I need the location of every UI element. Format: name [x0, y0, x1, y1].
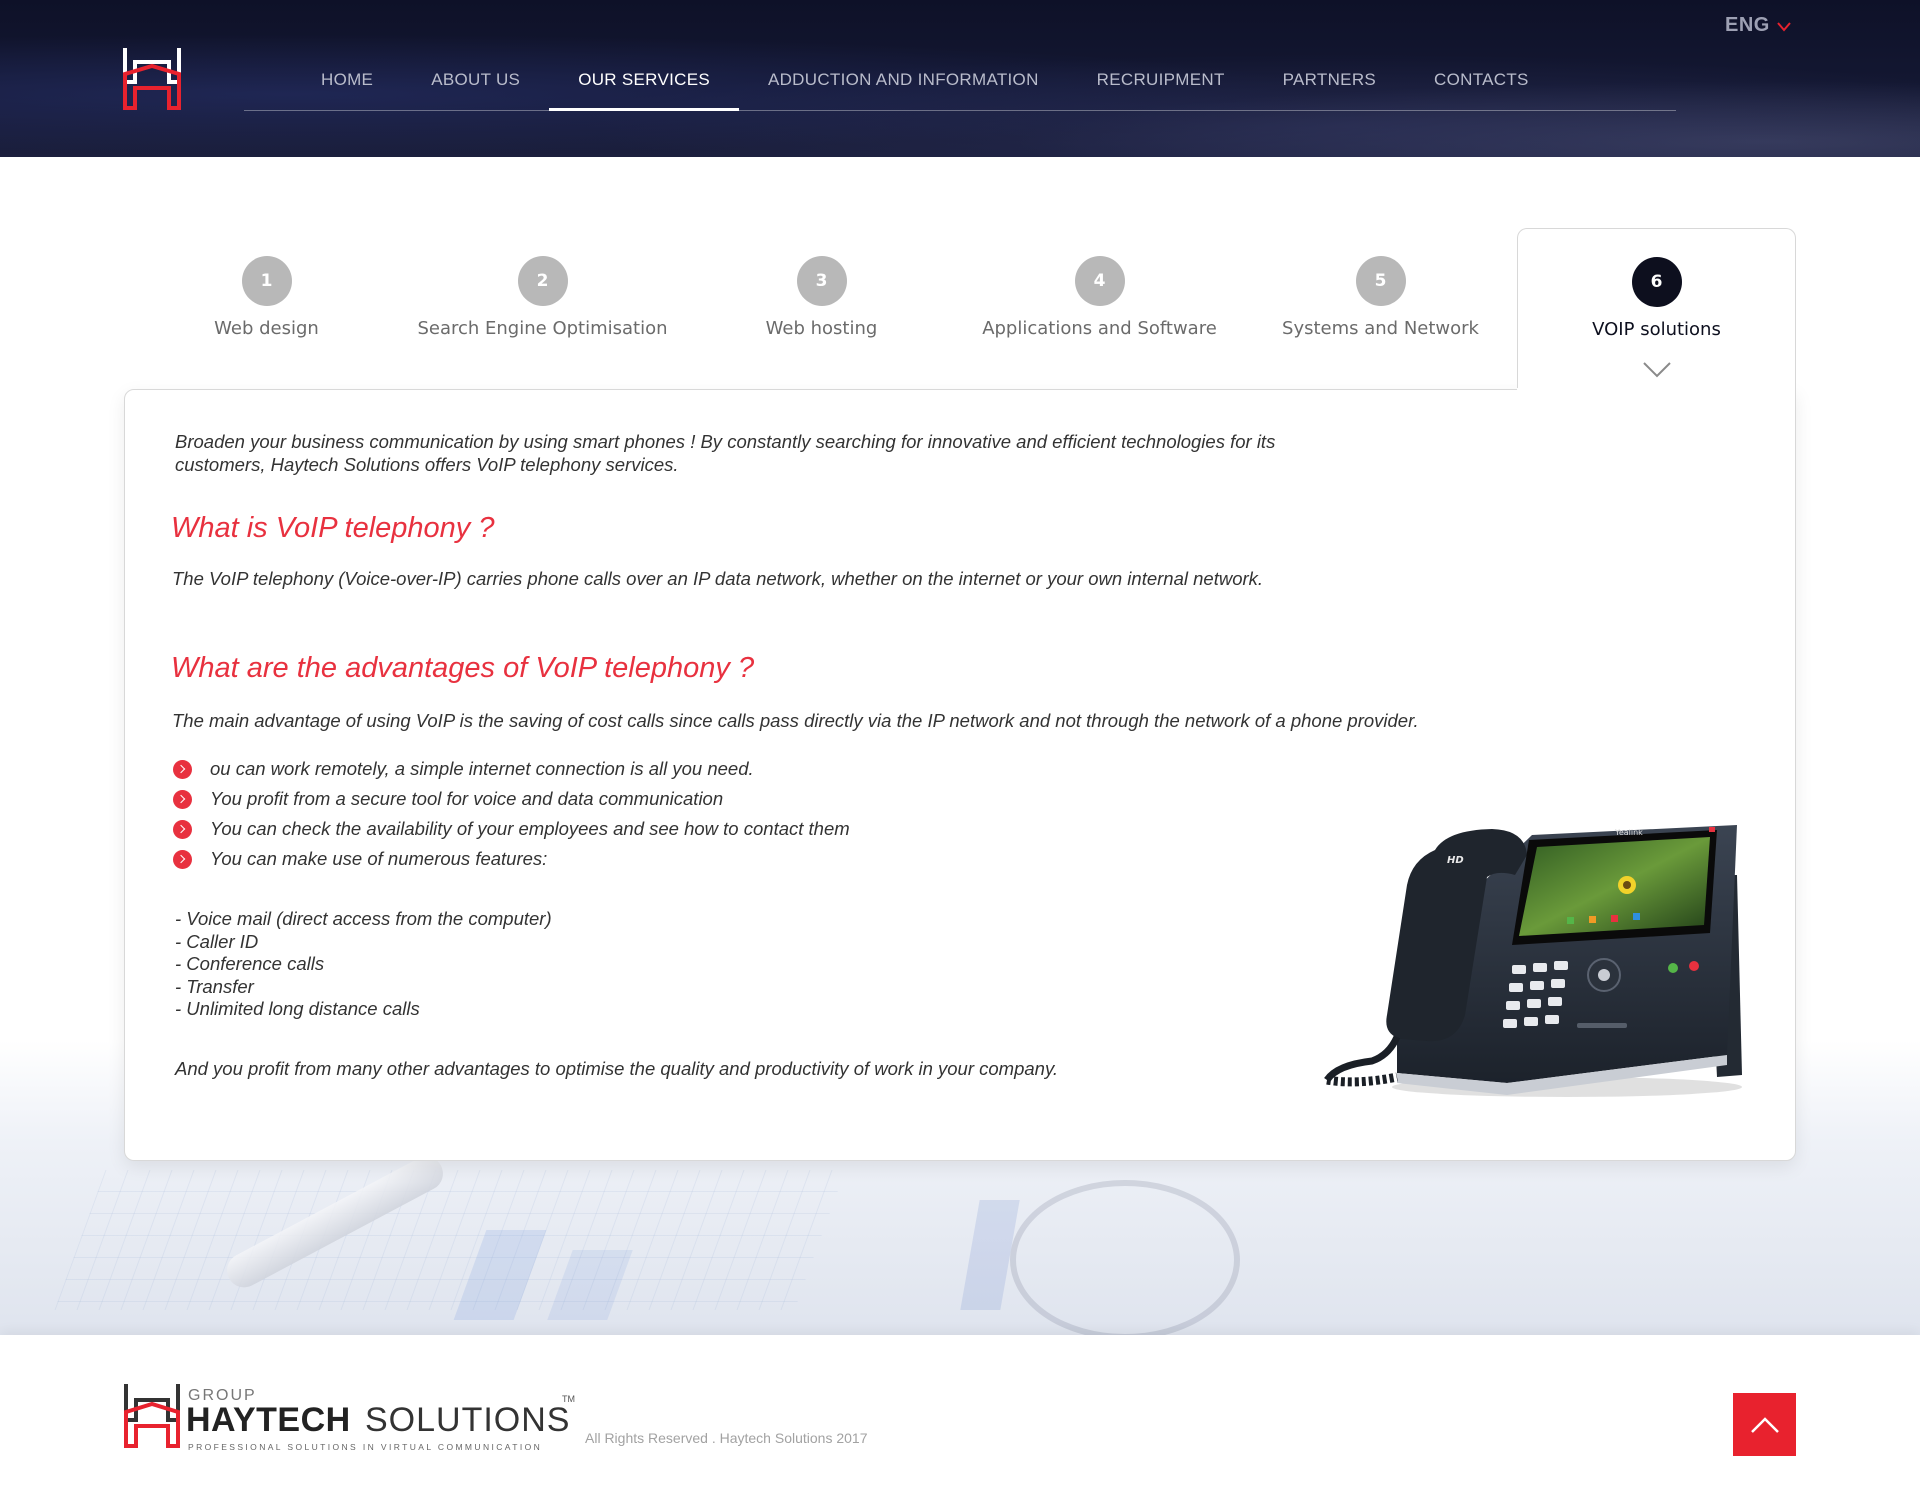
closing-text: And you profit from many other advantage… — [175, 1058, 1058, 1079]
chevron-right-bullet-icon — [173, 849, 192, 869]
haytech-logo-icon[interactable] — [120, 44, 184, 112]
feature-item: - Caller ID — [175, 930, 259, 952]
phone-hd-badge: HD — [1447, 855, 1464, 866]
tab-label: VOIP solutions — [1592, 319, 1721, 340]
nav-about-us[interactable]: ABOUT US — [402, 56, 549, 111]
tab-systems-and-network[interactable]: 5 Systems and Network — [1238, 228, 1523, 390]
chevron-down-icon — [1642, 362, 1671, 378]
background-glasses — [1010, 1180, 1240, 1335]
feature-item: - Conference calls — [175, 953, 325, 974]
tab-number: 3 — [796, 256, 847, 306]
tab-voip-solutions[interactable]: 6 VOIP solutions — [1517, 228, 1796, 390]
tab-label: Web hosting — [765, 318, 878, 339]
nav-adduction-and-information[interactable]: ADDUCTION AND INFORMATION — [739, 56, 1068, 111]
nav-partners[interactable]: PARTNERS — [1254, 56, 1405, 111]
chevron-right-bullet-icon — [173, 759, 192, 779]
features-list: - Voice mail (direct access from the com… — [175, 908, 552, 1021]
brand-name: HAYTECH — [186, 1401, 351, 1439]
background-chart-paper — [54, 1170, 846, 1310]
tab-label: Web design — [214, 318, 319, 339]
voip-advantage-text: The main advantage of using VoIP is the … — [172, 710, 1419, 731]
tab-number: 4 — [1074, 256, 1125, 306]
feature-item: - Voice mail (direct access from the com… — [175, 908, 552, 929]
service-content-panel: Broaden your business communication by u… — [124, 389, 1796, 1161]
brand-tagline: PROFESSIONAL SOLUTIONS IN VIRTUAL COMMUN… — [188, 1442, 543, 1452]
list-item-text: You profit from a secure tool for voice … — [210, 788, 724, 809]
tab-label: Search Engine Optimisation — [417, 318, 668, 339]
list-item-text: You can make use of numerous features: — [210, 848, 548, 869]
active-tab-joint — [1517, 388, 1795, 391]
heading-what-is-voip: What is VoIP telephony ? — [171, 512, 495, 544]
tab-number: 1 — [241, 256, 292, 306]
tab-applications-and-software[interactable]: 4 Applications and Software — [957, 228, 1242, 390]
intro-text: Broaden your business communication by u… — [175, 431, 1276, 475]
nav-recruipment[interactable]: RECRUIPMENT — [1068, 56, 1254, 111]
haytech-logo-icon — [124, 1384, 180, 1448]
list-item: You can check the availability of your e… — [173, 814, 850, 844]
tab-search-engine-optimisation[interactable]: 2 Search Engine Optimisation — [400, 228, 685, 390]
language-selector[interactable]: ENG — [1725, 14, 1792, 37]
arrow-up-icon — [1750, 1416, 1779, 1433]
footer-logo[interactable]: GROUP HAYTECH SOLUTIONS TM PROFESSIONAL … — [122, 1380, 582, 1460]
tab-number: 6 — [1631, 257, 1682, 307]
service-tabs: 1 Web design 2 Search Engine Optimisatio… — [124, 228, 1796, 390]
tab-web-hosting[interactable]: 3 Web hosting — [679, 228, 964, 390]
ip-phone-image: HD Yealink — [1324, 825, 1742, 1097]
list-item: You profit from a secure tool for voice … — [173, 784, 850, 814]
nav-our-services[interactable]: OUR SERVICES — [549, 56, 739, 111]
nav-contacts[interactable]: CONTACTS — [1405, 56, 1558, 111]
tab-number: 2 — [517, 256, 568, 306]
list-item: You can make use of numerous features: — [173, 844, 850, 874]
advantages-list: ou can work remotely, a simple internet … — [173, 754, 850, 874]
feature-item: - Unlimited long distance calls — [175, 998, 420, 1019]
phone-brand-label: Yealink — [1614, 828, 1643, 837]
language-label: ENG — [1725, 14, 1770, 36]
main-nav: HOME ABOUT US OUR SERVICES ADDUCTION AND… — [244, 56, 1676, 111]
back-to-top-button[interactable] — [1733, 1393, 1796, 1456]
list-item-text: You can check the availability of your e… — [210, 818, 850, 839]
voip-definition-text: The VoIP telephony (Voice-over-IP) carri… — [172, 568, 1264, 589]
brand-suffix: SOLUTIONS — [365, 1401, 571, 1439]
chevron-right-bullet-icon — [173, 789, 192, 809]
chevron-down-icon — [1777, 22, 1791, 32]
tab-label: Systems and Network — [1282, 318, 1479, 339]
site-header: HOME ABOUT US OUR SERVICES ADDUCTION AND… — [0, 0, 1920, 157]
trademark-mark: TM — [562, 1394, 575, 1404]
tab-label: Applications and Software — [982, 318, 1217, 339]
chevron-right-bullet-icon — [173, 819, 192, 839]
list-item-text: ou can work remotely, a simple internet … — [210, 758, 754, 779]
copyright-text: All Rights Reserved . Haytech Solutions … — [585, 1430, 868, 1446]
list-item: ou can work remotely, a simple internet … — [173, 754, 850, 784]
heading-voip-advantages: What are the advantages of VoIP telephon… — [171, 652, 755, 684]
tab-number: 5 — [1355, 256, 1406, 306]
site-footer: GROUP HAYTECH SOLUTIONS TM PROFESSIONAL … — [0, 1335, 1920, 1504]
tab-web-design[interactable]: 1 Web design — [124, 228, 409, 390]
feature-item: - Transfer — [175, 975, 254, 997]
nav-home[interactable]: HOME — [292, 56, 402, 111]
